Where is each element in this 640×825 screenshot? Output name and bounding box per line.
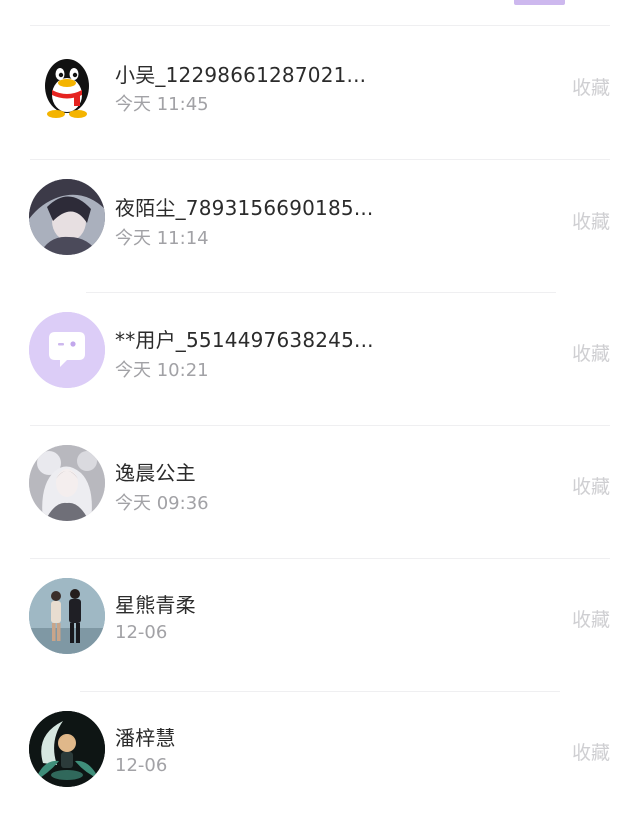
- list-item[interactable]: 夜陌尘_7893156690185... 今天 11:14 收藏: [0, 160, 640, 293]
- contact-name: 小吴_12298661287021...: [115, 63, 367, 87]
- default-chat-bubble-icon[interactable]: [29, 312, 105, 388]
- anime-portrait-icon[interactable]: [29, 179, 105, 255]
- top-tab-indicator[interactable]: [514, 0, 565, 5]
- couple-photo-icon[interactable]: [29, 578, 105, 654]
- list-item[interactable]: 逸晨公主 今天 09:36 收藏: [0, 426, 640, 559]
- message-time: 今天 09:36: [115, 493, 209, 514]
- message-time: 今天 10:21: [115, 360, 209, 381]
- contact-name: 星熊青柔: [115, 593, 196, 617]
- favorite-button[interactable]: 收藏: [572, 472, 610, 499]
- message-time: 今天 11:14: [115, 228, 209, 249]
- list-item[interactable]: 星熊青柔 12-06 收藏: [0, 559, 640, 692]
- glowing-moon-character-icon[interactable]: [29, 711, 105, 787]
- message-time: 今天 11:45: [115, 94, 209, 115]
- favorite-button[interactable]: 收藏: [572, 605, 610, 632]
- list-item[interactable]: **用户_5514497638245... 今天 10:21 收藏: [0, 293, 640, 426]
- contact-name: **用户_5514497638245...: [115, 328, 374, 352]
- contact-name: 逸晨公主: [115, 461, 196, 485]
- list-item[interactable]: 小吴_12298661287021... 今天 11:45 收藏: [0, 26, 640, 159]
- favorite-button[interactable]: 收藏: [572, 73, 610, 100]
- contact-name: 夜陌尘_7893156690185...: [115, 196, 374, 220]
- favorite-button[interactable]: 收藏: [572, 738, 610, 765]
- message-time: 12-06: [115, 622, 168, 643]
- fantasy-girl-portrait-icon[interactable]: [29, 445, 105, 521]
- favorite-button[interactable]: 收藏: [572, 207, 610, 234]
- contact-name: 潘梓慧: [115, 726, 176, 750]
- favorite-button[interactable]: 收藏: [572, 339, 610, 366]
- message-time: 12-06: [115, 755, 168, 776]
- list-item[interactable]: 潘梓慧 12-06 收藏: [0, 692, 640, 825]
- qq-penguin-icon[interactable]: [29, 46, 105, 122]
